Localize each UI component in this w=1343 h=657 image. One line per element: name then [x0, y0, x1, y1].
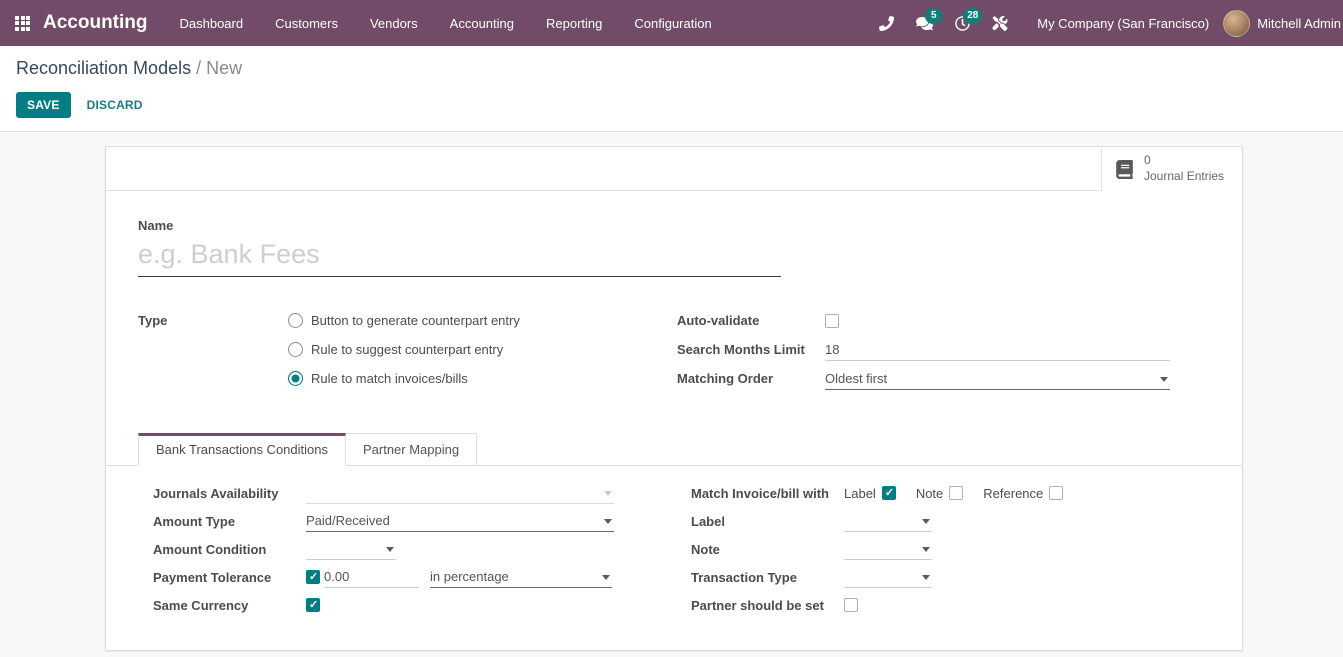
breadcrumb: Reconciliation Models / New: [16, 58, 1327, 79]
partner-should-be-set-checkbox[interactable]: [844, 598, 858, 612]
activities-badge: 28: [963, 8, 982, 24]
note-select[interactable]: [844, 538, 932, 560]
messages-badge: 5: [925, 8, 942, 24]
form-sheet: 0 Journal Entries Name Type Button to: [105, 146, 1243, 651]
same-currency-label: Same Currency: [153, 598, 306, 613]
radio-button-icon[interactable]: [288, 371, 303, 386]
debug-tools-icon[interactable]: [989, 16, 1011, 31]
notebook-tab-bar: Bank Transactions Conditions Partner Map…: [106, 433, 1242, 466]
payment-tolerance-unit-select[interactable]: in percentage: [430, 566, 612, 588]
type-field-label: Type: [138, 306, 288, 393]
partner-should-be-set-label: Partner should be set: [691, 598, 844, 613]
phone-icon[interactable]: [875, 16, 897, 31]
apps-grid-icon[interactable]: [15, 16, 30, 31]
transaction-type-label: Transaction Type: [691, 570, 844, 585]
journal-entries-count: 0: [1144, 153, 1224, 169]
name-input[interactable]: [138, 237, 781, 277]
breadcrumb-parent[interactable]: Reconciliation Models: [16, 58, 191, 78]
save-button[interactable]: SAVE: [16, 92, 71, 118]
journals-availability-label: Journals Availability: [153, 486, 306, 501]
chevron-down-icon: [604, 519, 612, 524]
auto-validate-label: Auto-validate: [677, 313, 825, 328]
tab-bank-transactions-conditions[interactable]: Bank Transactions Conditions: [138, 433, 346, 466]
type-option-match-invoices[interactable]: Rule to match invoices/bills: [288, 364, 520, 393]
button-box: 0 Journal Entries: [106, 147, 1242, 191]
payment-tolerance-input[interactable]: [324, 566, 419, 588]
systray: 5 28 My Company (San Francisco) Mitchell…: [867, 0, 1343, 46]
tab-content-bank-transactions-conditions: Journals Availability Amount Type Paid/R…: [106, 466, 1242, 641]
main-menu: Dashboard Customers Vendors Accounting R…: [164, 0, 728, 46]
name-field-label: Name: [138, 218, 1210, 233]
match-label-text: Label: [844, 486, 876, 501]
payment-tolerance-checkbox[interactable]: [306, 570, 320, 584]
journal-entries-label: Journal Entries: [1144, 169, 1224, 185]
app-brand[interactable]: Accounting: [43, 12, 148, 34]
menu-item-vendors[interactable]: Vendors: [354, 0, 434, 46]
matching-order-select[interactable]: Oldest first: [825, 368, 1170, 390]
menu-item-customers[interactable]: Customers: [259, 0, 354, 46]
match-note-text: Note: [916, 486, 943, 501]
chevron-down-icon: [922, 519, 930, 524]
match-label-checkbox[interactable]: [882, 486, 896, 500]
matching-order-label: Matching Order: [677, 371, 825, 386]
menu-item-reporting[interactable]: Reporting: [530, 0, 618, 46]
match-reference-text: Reference: [983, 486, 1043, 501]
search-months-limit-label: Search Months Limit: [677, 342, 825, 357]
radio-button-icon[interactable]: [288, 342, 303, 357]
chevron-down-icon: [604, 491, 612, 496]
same-currency-checkbox[interactable]: [306, 598, 320, 612]
messages-icon[interactable]: 5: [913, 16, 935, 31]
control-panel: Reconciliation Models / New SAVE DISCARD: [0, 46, 1343, 132]
amount-type-label: Amount Type: [153, 514, 306, 529]
top-navbar: Accounting Dashboard Customers Vendors A…: [0, 0, 1343, 46]
form-view-area: 0 Journal Entries Name Type Button to: [0, 133, 1343, 657]
match-invoice-with-label: Match Invoice/bill with: [691, 486, 844, 501]
search-months-limit-input[interactable]: [825, 339, 1170, 361]
activity-clock-icon[interactable]: 28: [951, 16, 973, 31]
chevron-down-icon: [922, 575, 930, 580]
journal-entries-button[interactable]: 0 Journal Entries: [1101, 147, 1242, 191]
discard-button[interactable]: DISCARD: [87, 98, 143, 112]
amount-type-select[interactable]: Paid/Received: [306, 510, 614, 532]
chevron-down-icon: [386, 547, 394, 552]
amount-condition-label: Amount Condition: [153, 542, 306, 557]
breadcrumb-separator: /: [191, 58, 206, 78]
payment-tolerance-label: Payment Tolerance: [153, 570, 306, 585]
type-radio-group: Button to generate counterpart entry Rul…: [288, 306, 520, 393]
company-switcher[interactable]: My Company (San Francisco): [1037, 16, 1209, 31]
chevron-down-icon: [1160, 377, 1168, 382]
user-name[interactable]: Mitchell Admin: [1257, 16, 1341, 31]
label-field-label: Label: [691, 514, 844, 529]
menu-item-dashboard[interactable]: Dashboard: [164, 0, 260, 46]
type-option-suggest-counterpart[interactable]: Rule to suggest counterpart entry: [288, 335, 520, 364]
user-avatar[interactable]: [1223, 10, 1250, 37]
amount-condition-select[interactable]: [306, 538, 396, 560]
auto-validate-checkbox[interactable]: [825, 314, 839, 328]
chevron-down-icon: [602, 575, 610, 580]
type-option-button-counterpart[interactable]: Button to generate counterpart entry: [288, 306, 520, 335]
label-select[interactable]: [844, 510, 932, 532]
tab-partner-mapping[interactable]: Partner Mapping: [346, 433, 477, 465]
journals-availability-select[interactable]: [306, 482, 614, 504]
chevron-down-icon: [922, 547, 930, 552]
match-note-checkbox[interactable]: [949, 486, 963, 500]
menu-item-accounting[interactable]: Accounting: [434, 0, 530, 46]
book-icon: [1115, 160, 1134, 179]
menu-item-configuration[interactable]: Configuration: [618, 0, 727, 46]
note-field-label: Note: [691, 542, 844, 557]
match-reference-checkbox[interactable]: [1049, 486, 1063, 500]
radio-button-icon[interactable]: [288, 313, 303, 328]
breadcrumb-current: New: [206, 58, 242, 78]
transaction-type-select[interactable]: [844, 566, 932, 588]
